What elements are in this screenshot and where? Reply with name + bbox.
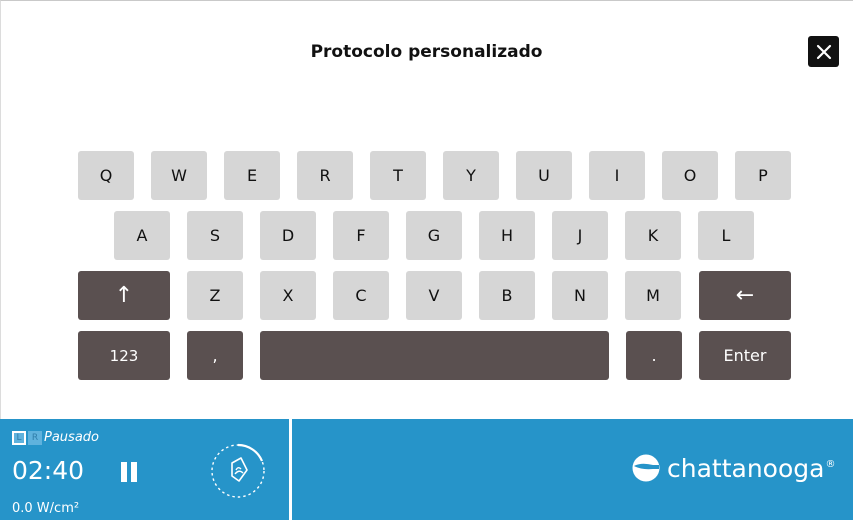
timer-display: 02:40 (12, 456, 85, 485)
enter-key[interactable]: Enter (699, 331, 791, 380)
close-icon (816, 44, 831, 59)
key-h[interactable]: H (479, 211, 535, 260)
key-u[interactable]: U (516, 151, 572, 200)
numbers-key[interactable]: 123 (78, 331, 170, 380)
key-w[interactable]: W (151, 151, 207, 200)
key-l[interactable]: L (698, 211, 754, 260)
key-v[interactable]: V (406, 271, 462, 320)
key-d[interactable]: D (260, 211, 316, 260)
key-x[interactable]: X (260, 271, 316, 320)
key-c[interactable]: C (333, 271, 389, 320)
space-key[interactable] (260, 331, 609, 380)
channel-left-indicator: L (12, 431, 26, 445)
key-m[interactable]: M (625, 271, 681, 320)
key-o[interactable]: O (662, 151, 718, 200)
close-button[interactable] (808, 36, 839, 67)
chattanooga-logo-icon (632, 454, 660, 482)
backspace-key[interactable]: ← (699, 271, 791, 320)
status-bar-divider (289, 419, 292, 520)
shift-up-arrow-icon: ↑ (114, 283, 134, 308)
backspace-arrow-icon: ← (735, 283, 755, 308)
key-q[interactable]: Q (78, 151, 134, 200)
key-g[interactable]: G (406, 211, 462, 260)
status-text: Pausado (44, 430, 99, 445)
brand-name: chattanooga (667, 453, 825, 483)
comma-key[interactable]: , (187, 331, 243, 380)
key-z[interactable]: Z (187, 271, 243, 320)
registered-mark: ® (825, 458, 836, 470)
key-a[interactable]: A (114, 211, 170, 260)
key-n[interactable]: N (552, 271, 608, 320)
key-i[interactable]: I (589, 151, 645, 200)
key-t[interactable]: T (370, 151, 426, 200)
channel-right-indicator: R (28, 431, 42, 445)
key-b[interactable]: B (479, 271, 535, 320)
key-k[interactable]: K (625, 211, 681, 260)
brand-logo: chattanooga ® (631, 453, 835, 483)
power-readout: 0.0 W/cm² (12, 501, 80, 516)
key-f[interactable]: F (333, 211, 389, 260)
page-title: Protocolo personalizado (310, 42, 543, 62)
key-s[interactable]: S (187, 211, 243, 260)
period-key[interactable]: . (626, 331, 682, 380)
pause-icon[interactable] (121, 462, 137, 482)
key-p[interactable]: P (735, 151, 791, 200)
applicator-dial-icon[interactable] (210, 443, 266, 499)
key-y[interactable]: Y (443, 151, 499, 200)
key-e[interactable]: E (224, 151, 280, 200)
shift-key[interactable]: ↑ (78, 271, 170, 320)
key-j[interactable]: J (552, 211, 608, 260)
key-r[interactable]: R (297, 151, 353, 200)
